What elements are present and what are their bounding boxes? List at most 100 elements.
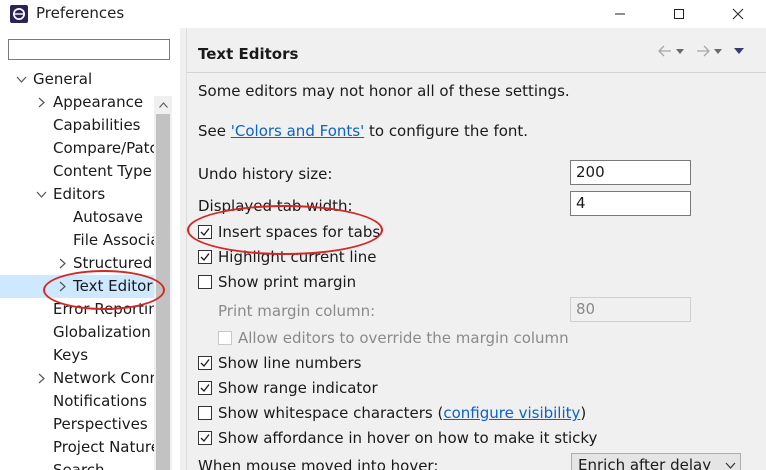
filter-input[interactable] bbox=[8, 39, 170, 60]
close-button[interactable] bbox=[715, 0, 761, 28]
scroll-up-arrow-icon[interactable] bbox=[154, 96, 172, 113]
checkbox-label: Show whitespace characters ( bbox=[218, 404, 444, 422]
tree-item-label: Keys bbox=[53, 346, 89, 364]
tree-item-structured[interactable]: Structured bbox=[0, 252, 154, 275]
checkbox-box[interactable] bbox=[198, 275, 212, 289]
checkbox-label-suffix: ) bbox=[580, 404, 587, 422]
preferences-tree-pane: General Appearance Capabilities Compare/… bbox=[0, 28, 180, 470]
checkbox-box[interactable] bbox=[198, 250, 212, 264]
insert-spaces-checkbox[interactable]: Insert spaces for tabs bbox=[198, 222, 380, 242]
minimize-icon bbox=[615, 13, 625, 15]
tree-item-globalization[interactable]: Globalization bbox=[0, 321, 154, 344]
tree-item-search[interactable]: Search bbox=[0, 459, 154, 470]
undo-history-input[interactable]: 200 bbox=[570, 160, 691, 185]
tree-item-label: Structured bbox=[73, 254, 153, 272]
range-indicator-checkbox[interactable]: Show range indicator bbox=[198, 378, 378, 398]
tree-item-appearance[interactable]: Appearance bbox=[0, 91, 154, 114]
tree-item-file-associations[interactable]: File Associa bbox=[0, 229, 154, 252]
tree-item-label: Text Editor bbox=[73, 277, 153, 295]
tree-item-label: Error Reportin bbox=[53, 300, 154, 318]
chevron-right-icon[interactable] bbox=[34, 367, 48, 390]
minimize-button[interactable] bbox=[597, 0, 643, 28]
tree-item-network-connections[interactable]: Network Conn bbox=[0, 367, 154, 390]
whitespace-checkbox[interactable]: Show whitespace characters (configure vi… bbox=[198, 403, 586, 423]
back-arrow-icon[interactable] bbox=[657, 44, 673, 58]
tree-item-general[interactable]: General bbox=[0, 68, 154, 91]
close-icon bbox=[732, 8, 744, 20]
pane-splitter[interactable] bbox=[180, 28, 187, 470]
hover-behavior-select[interactable]: Enrich after delay bbox=[571, 453, 741, 470]
settings-note: Some editors may not honor all of these … bbox=[198, 82, 570, 100]
tree-item-label: Notifications bbox=[53, 392, 147, 410]
checkbox-label: Allow editors to override the margin col… bbox=[238, 329, 569, 347]
hover-behavior-label: When mouse moved into hover: bbox=[198, 457, 439, 470]
checkbox-box[interactable] bbox=[198, 225, 212, 239]
checkbox-box[interactable] bbox=[198, 381, 212, 395]
tree-item-content-types[interactable]: Content Type bbox=[0, 160, 154, 183]
tree-item-notifications[interactable]: Notifications bbox=[0, 390, 154, 413]
tree-item-editors[interactable]: Editors bbox=[0, 183, 154, 206]
back-dropdown-icon[interactable] bbox=[675, 46, 685, 56]
tree-item-label: Autosave bbox=[73, 208, 143, 226]
checkbox-label: Highlight current line bbox=[218, 248, 377, 266]
allow-override-checkbox[interactable]: Allow editors to override the margin col… bbox=[218, 328, 569, 348]
font-hint-suffix: to configure the font. bbox=[364, 122, 529, 140]
checkbox-label: Show print margin bbox=[218, 273, 357, 291]
tree-item-label: Globalization bbox=[53, 323, 151, 341]
checkbox-label: Show affordance in hover on how to make … bbox=[218, 429, 598, 447]
tree-item-error-reporting[interactable]: Error Reportin bbox=[0, 298, 154, 321]
print-margin-column-label: Print margin column: bbox=[218, 302, 376, 320]
tree-item-label: General bbox=[33, 70, 93, 88]
hover-affordance-checkbox[interactable]: Show affordance in hover on how to make … bbox=[198, 428, 597, 448]
text-editors-page: Text Editors Some editors may not honor … bbox=[187, 28, 766, 470]
tree-item-label: Search bbox=[53, 461, 105, 470]
tab-width-input[interactable]: 4 bbox=[570, 191, 691, 216]
checkbox-label: Show range indicator bbox=[218, 379, 378, 397]
tree-item-label: Content Type bbox=[53, 162, 152, 180]
undo-history-label: Undo history size: bbox=[198, 165, 333, 183]
tree-item-label: Perspectives bbox=[53, 415, 148, 433]
tree-item-perspectives[interactable]: Perspectives bbox=[0, 413, 154, 436]
chevron-down-icon bbox=[725, 454, 736, 470]
chevron-right-icon[interactable] bbox=[55, 252, 69, 275]
checkmark-icon bbox=[200, 384, 210, 393]
tree-item-compare-patch[interactable]: Compare/Patc bbox=[0, 137, 154, 160]
checkmark-icon bbox=[200, 253, 210, 262]
print-margin-checkbox[interactable]: Show print margin bbox=[198, 272, 356, 292]
print-margin-column-input[interactable]: 80 bbox=[570, 297, 691, 322]
chevron-down-icon[interactable] bbox=[34, 183, 48, 206]
page-navigation-toolbar bbox=[657, 42, 745, 60]
eclipse-app-icon bbox=[10, 5, 28, 23]
font-hint-prefix: See bbox=[198, 122, 231, 140]
tree-item-label: Network Conn bbox=[53, 369, 154, 387]
chevron-down-icon[interactable] bbox=[14, 68, 28, 91]
forward-dropdown-icon[interactable] bbox=[713, 46, 723, 56]
tree-item-keys[interactable]: Keys bbox=[0, 344, 154, 367]
checkmark-icon bbox=[200, 359, 210, 368]
checkbox-box[interactable] bbox=[218, 331, 232, 345]
configure-visibility-link[interactable]: configure visibility bbox=[443, 404, 580, 422]
tree-item-text-editors[interactable]: Text Editor bbox=[0, 275, 154, 298]
tree-item-label: File Associa bbox=[73, 231, 154, 249]
colors-and-fonts-link[interactable]: 'Colors and Fonts' bbox=[231, 122, 364, 140]
tree-item-project-natures[interactable]: Project Nature bbox=[0, 436, 154, 459]
chevron-right-icon[interactable] bbox=[34, 91, 48, 114]
tree-scrollbar[interactable] bbox=[154, 96, 172, 470]
forward-arrow-icon[interactable] bbox=[695, 44, 711, 58]
preferences-tree: General Appearance Capabilities Compare/… bbox=[0, 68, 154, 470]
title-separator bbox=[187, 72, 766, 73]
line-numbers-checkbox[interactable]: Show line numbers bbox=[198, 353, 361, 373]
tree-item-capabilities[interactable]: Capabilities bbox=[0, 114, 154, 137]
checkmark-icon bbox=[200, 434, 210, 443]
maximize-button[interactable] bbox=[656, 0, 702, 28]
checkbox-box[interactable] bbox=[198, 406, 212, 420]
highlight-line-checkbox[interactable]: Highlight current line bbox=[198, 247, 376, 267]
checkbox-box[interactable] bbox=[198, 431, 212, 445]
view-menu-icon[interactable] bbox=[733, 46, 745, 56]
tree-item-label: Capabilities bbox=[53, 116, 141, 134]
tree-item-autosave[interactable]: Autosave bbox=[0, 206, 154, 229]
checkbox-label: Show line numbers bbox=[218, 354, 362, 372]
checkbox-box[interactable] bbox=[198, 356, 212, 370]
scrollbar-thumb[interactable] bbox=[156, 114, 170, 470]
chevron-right-icon[interactable] bbox=[55, 275, 69, 298]
